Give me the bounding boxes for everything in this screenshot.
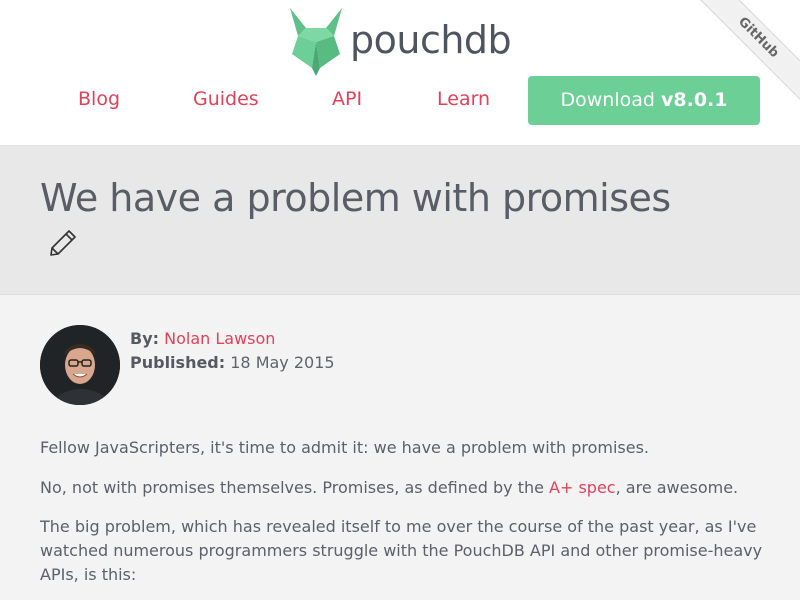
github-ribbon[interactable]: GitHub: [691, 0, 800, 105]
nav-learn-link[interactable]: Learn: [437, 88, 490, 110]
nav-guides-link[interactable]: Guides: [193, 88, 259, 110]
paragraph-2-after: , are awesome.: [615, 478, 739, 497]
published-date: 18 May 2015: [230, 353, 335, 372]
pencil-edit-icon[interactable]: [48, 228, 78, 262]
site-header: pouchdb Blog Guides API Learn Download v…: [0, 0, 800, 146]
paragraph-2-before: No, not with promises themselves. Promis…: [40, 478, 550, 497]
post-meta: By: Nolan Lawson Published: 18 May 2015: [130, 327, 335, 375]
paragraph-1: Fellow JavaScripters, it's time to admit…: [40, 438, 649, 457]
a-plus-spec-link[interactable]: A+ spec: [549, 478, 616, 497]
author-line: By: Nolan Lawson: [130, 327, 335, 351]
title-band: We have a problem with promises: [0, 146, 800, 295]
published-line: Published: 18 May 2015: [130, 351, 335, 375]
download-label: Download: [560, 89, 655, 111]
nav-api-link[interactable]: API: [332, 88, 362, 110]
paragraph-3: The big problem, which has revealed itse…: [40, 517, 763, 584]
by-label: By:: [130, 329, 160, 348]
author-link[interactable]: Nolan Lawson: [164, 329, 275, 348]
nav-blog-link[interactable]: Blog: [78, 88, 120, 110]
github-ribbon-wrapper: GitHub: [690, 0, 800, 110]
site-logo[interactable]: pouchdb: [286, 6, 526, 78]
pouchdb-logo-icon: [290, 8, 342, 76]
logo-text: pouchdb: [350, 18, 512, 62]
published-label: Published:: [130, 353, 226, 372]
author-avatar: [40, 325, 120, 405]
paragraph-2: No, not with promises themselves. Promis…: [40, 476, 770, 500]
page-title: We have a problem with promises: [40, 176, 671, 220]
